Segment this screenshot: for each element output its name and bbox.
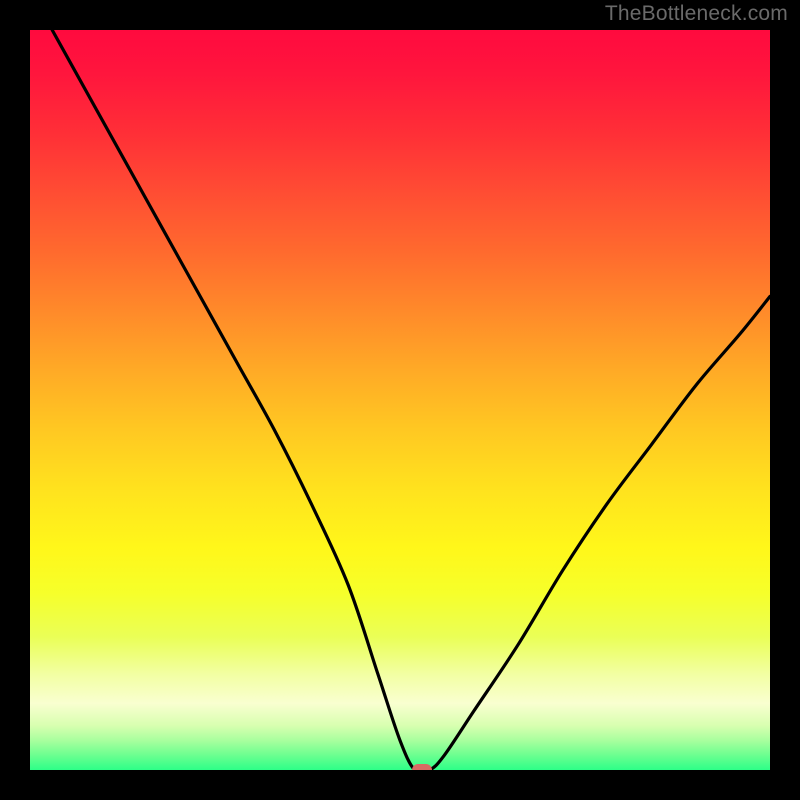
- watermark-text: TheBottleneck.com: [605, 2, 788, 26]
- bottleneck-curve: [30, 30, 770, 770]
- plot-area: [30, 30, 770, 770]
- optimal-point-marker: [412, 764, 432, 770]
- chart-frame: TheBottleneck.com: [0, 0, 800, 800]
